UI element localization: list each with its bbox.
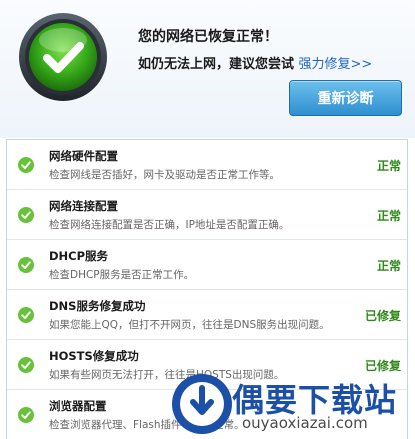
list-item: DHCP服务 检查DHCP服务是否正常工作。 正常 [7, 240, 407, 290]
item-description: 检查浏览器代理、Flash插件等是否正常。 [49, 419, 245, 431]
item-name: 浏览器配置 [49, 399, 107, 413]
strong-repair-link[interactable]: 强力修复>> [299, 57, 373, 72]
item-description: 检查网络连接配置是否正确，IP地址是否配置正确。 [49, 219, 290, 231]
rediagnose-button[interactable]: 重新诊断 [289, 80, 402, 116]
page-title: 您的网络已恢复正常！ [138, 29, 278, 45]
check-icon [18, 357, 34, 373]
diagnosis-header: 您的网络已恢复正常！ 如仍无法上网，建议您尝试 强力修复>> 重新诊断 [0, 0, 415, 138]
list-item: DNS服务修复成功 如果您能上QQ，但打不开网页，往往是DNS服务出现问题。 已… [7, 290, 407, 340]
diagnosis-list: 网络硬件配置 检查网线是否插好，网卡及驱动是否正常工作等。 正常 网络连接配置 … [6, 139, 408, 439]
item-name: DHCP服务 [49, 249, 109, 263]
list-item: 网络硬件配置 检查网线是否插好，网卡及驱动是否正常工作等。 正常 [7, 140, 407, 190]
item-name: DNS服务修复成功 [49, 299, 146, 313]
item-description: 检查网线是否插好，网卡及驱动是否正常工作等。 [49, 169, 280, 181]
item-status: 正常 [376, 159, 401, 173]
list-item: 浏览器配置 检查浏览器代理、Flash插件等是否正常。 [7, 390, 407, 439]
check-icon [18, 157, 34, 173]
item-status: 正常 [376, 209, 401, 223]
check-icon [18, 407, 34, 423]
item-description: 检查DHCP服务是否正常工作。 [49, 269, 195, 281]
success-check-orb-icon [19, 13, 107, 101]
item-status: 已修复 [364, 309, 401, 323]
list-item: HOSTS修复成功 如果有些网页无法打开，往往是HOSTS出现问题。 已修复 [7, 340, 407, 390]
check-icon [18, 257, 34, 273]
item-description: 如果您能上QQ，但打不开网页，往往是DNS服务出现问题。 [49, 319, 330, 331]
item-description: 如果有些网页无法打开，往往是HOSTS出现问题。 [49, 369, 285, 381]
item-name: 网络连接配置 [49, 199, 118, 213]
item-status: 正常 [376, 259, 401, 273]
check-icon [18, 307, 34, 323]
repair-suggestion: 如仍无法上网，建议您尝试 强力修复>> [138, 53, 372, 72]
list-item: 网络连接配置 检查网络连接配置是否正确，IP地址是否配置正确。 正常 [7, 190, 407, 240]
repair-suggestion-text: 如仍无法上网，建议您尝试 [138, 57, 299, 72]
item-name: HOSTS修复成功 [49, 349, 139, 363]
check-icon [18, 207, 34, 223]
item-status: 已修复 [364, 359, 401, 373]
item-name: 网络硬件配置 [49, 149, 118, 163]
